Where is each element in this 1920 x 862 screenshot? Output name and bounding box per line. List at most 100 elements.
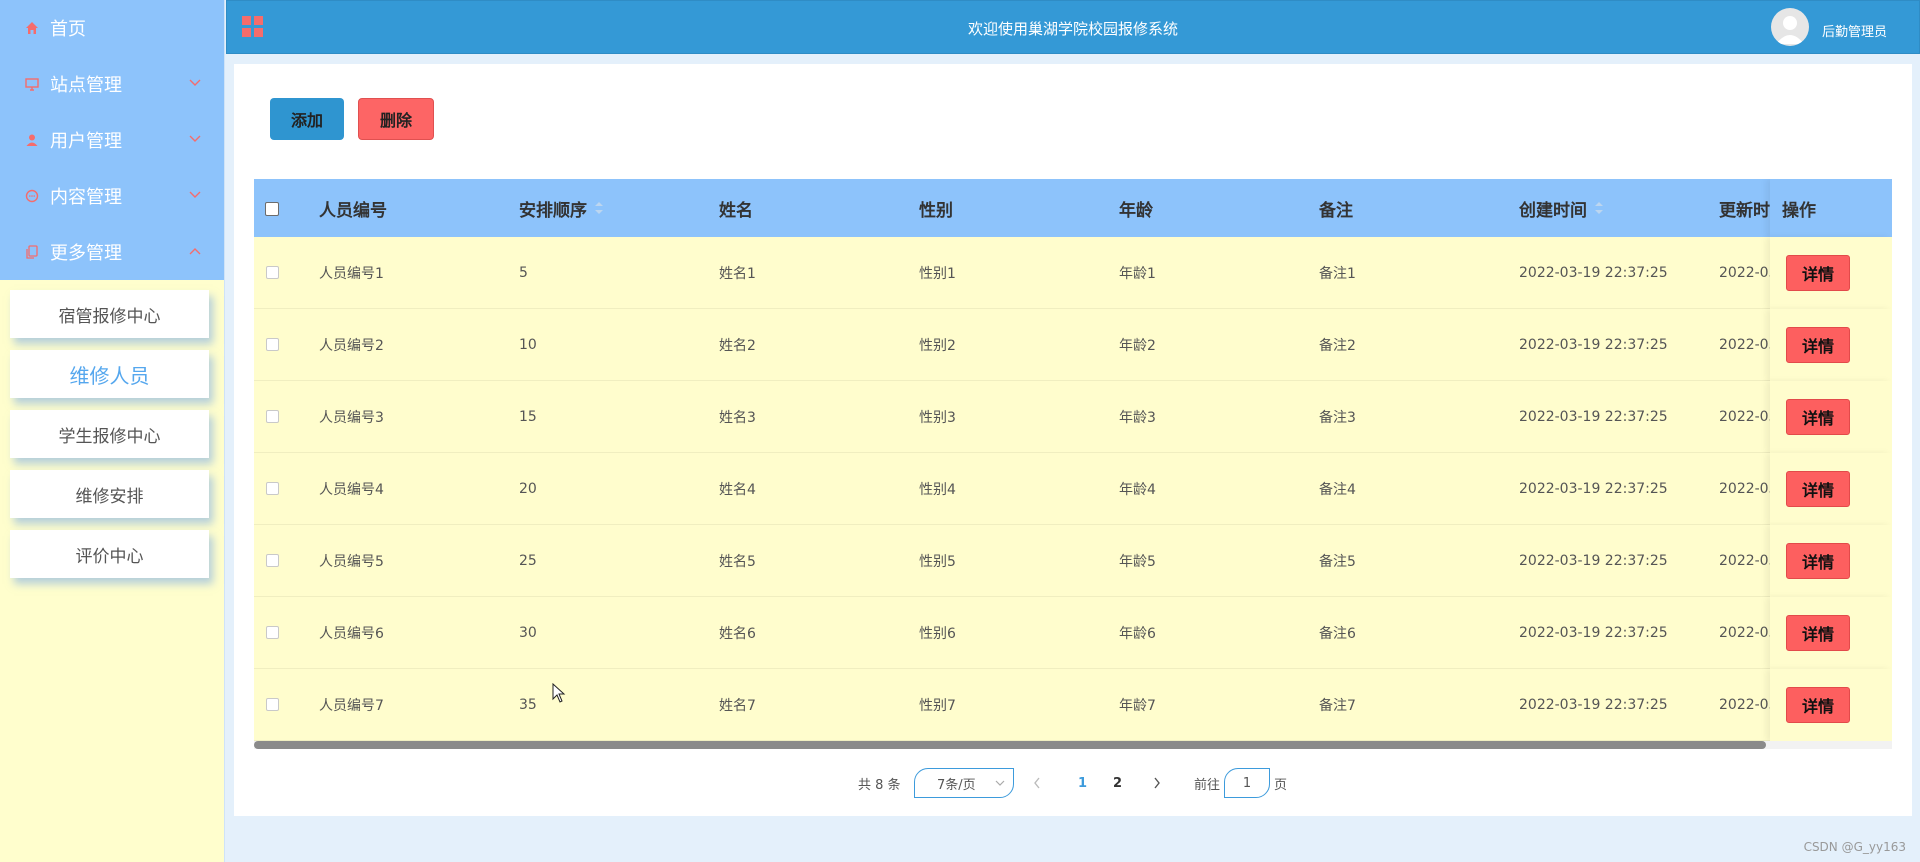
row-checkbox[interactable] xyxy=(266,626,279,639)
menu-item-label: 用户管理 xyxy=(50,131,122,152)
row-checkbox[interactable] xyxy=(266,338,279,351)
table-cell: 2022-03-19 22:37:25 xyxy=(1519,265,1668,281)
table-cell: 性别6 xyxy=(919,626,956,642)
table-cell: 2022-03-19 22:37:25 xyxy=(1519,697,1668,713)
table-cell: 备注1 xyxy=(1319,266,1356,282)
table-cell: 备注2 xyxy=(1319,338,1356,354)
submenu-item-student-repair[interactable]: 学生报修中心 xyxy=(10,410,209,458)
table-cell: 性别2 xyxy=(919,338,956,354)
chevron-up-icon xyxy=(189,248,201,255)
delete-button[interactable]: 删除 xyxy=(358,98,434,140)
table-cell: 备注4 xyxy=(1319,482,1356,498)
actions-cell: 详情 xyxy=(1770,381,1892,453)
page-size-select[interactable]: 7条/页 xyxy=(914,768,1014,798)
table-cell: 年龄1 xyxy=(1119,266,1156,282)
table-cell: 5 xyxy=(519,265,528,281)
table-cell: 人员编号1 xyxy=(319,266,384,282)
table-cell: 2022-03-19 22:37:25 xyxy=(1519,553,1668,569)
menu-item-site[interactable]: 站点管理 xyxy=(0,56,224,112)
user-name[interactable]: 后勤管理员 xyxy=(1822,21,1887,40)
table-cell: 人员编号3 xyxy=(319,410,384,426)
actions-cell: 详情 xyxy=(1770,453,1892,525)
submenu-item-review-center[interactable]: 评价中心 xyxy=(10,530,209,578)
table-cell: 15 xyxy=(519,409,537,425)
table-row: 人员编号7 35 姓名7 性别7 年龄7 备注7 2022-03-19 22:37:25 20… xyxy=(254,669,1892,741)
table-row: 人员编号4 20 姓名4 性别4 年龄4 备注4 2022-03-19 22:37:25 20… xyxy=(254,453,1892,525)
table-cell: 人员编号5 xyxy=(319,554,384,570)
chat-icon xyxy=(24,188,40,204)
table-cell: 姓名3 xyxy=(719,410,756,426)
table-cell: 人员编号4 xyxy=(319,482,384,498)
top-header: 欢迎使用巢湖学院校园报修系统 后勤管理员 xyxy=(226,0,1920,54)
table-cell: 人员编号7 xyxy=(319,698,384,714)
prev-page-icon[interactable] xyxy=(1032,776,1042,790)
detail-button[interactable]: 详情 xyxy=(1786,543,1850,579)
table-cell: 性别7 xyxy=(919,698,956,714)
table-cell: 性别3 xyxy=(919,410,956,426)
goto-page-input[interactable] xyxy=(1224,768,1270,798)
table-cell: 姓名2 xyxy=(719,338,756,354)
menu-item-content[interactable]: 内容管理 xyxy=(0,168,224,224)
page-size-value: 7条/页 xyxy=(937,777,976,793)
sidebar-menu: 首页 站点管理 用户管理 内容管理 更多管理 xyxy=(0,0,224,280)
row-checkbox[interactable] xyxy=(266,554,279,567)
table-cell: 年龄6 xyxy=(1119,626,1156,642)
row-checkbox[interactable] xyxy=(266,698,279,711)
menu-item-home[interactable]: 首页 xyxy=(0,0,224,56)
table-cell: 2022-03-19 22:37:25 xyxy=(1519,625,1668,641)
table-row: 人员编号5 25 姓名5 性别5 年龄5 备注5 2022-03-19 22:37:25 20… xyxy=(254,525,1892,597)
sidebar: 首页 站点管理 用户管理 内容管理 更多管理 宿管报修中心 维修人员 学生报修中… xyxy=(0,0,225,862)
select-all-checkbox[interactable] xyxy=(265,202,279,216)
sort-icon[interactable] xyxy=(595,202,603,214)
menu-item-label: 站点管理 xyxy=(50,75,122,96)
row-checkbox[interactable] xyxy=(266,266,279,279)
detail-button[interactable]: 详情 xyxy=(1786,399,1850,435)
page-number[interactable]: 2 xyxy=(1113,768,1122,798)
detail-button[interactable]: 详情 xyxy=(1786,687,1850,723)
detail-button[interactable]: 详情 xyxy=(1786,471,1850,507)
row-checkbox[interactable] xyxy=(266,482,279,495)
avatar[interactable] xyxy=(1771,8,1809,46)
submenu-item-repair-staff[interactable]: 维修人员 xyxy=(10,350,209,398)
detail-button[interactable]: 详情 xyxy=(1786,255,1850,291)
chevron-down-icon xyxy=(189,79,201,86)
detail-button[interactable]: 详情 xyxy=(1786,327,1850,363)
submenu-item-dorm-repair[interactable]: 宿管报修中心 xyxy=(10,290,209,338)
column-header: 备注 xyxy=(1319,200,1353,221)
table-cell: 2022-03-19 22:37:25 xyxy=(1519,337,1668,353)
add-button[interactable]: 添加 xyxy=(270,98,344,140)
column-header-sortable[interactable]: 安排顺序 xyxy=(519,179,603,237)
next-page-icon[interactable] xyxy=(1152,776,1162,790)
horizontal-scrollbar[interactable] xyxy=(254,741,1892,749)
column-header-sortable[interactable]: 创建时间 xyxy=(1519,179,1603,237)
copy-icon xyxy=(24,244,40,260)
table-cell: 备注5 xyxy=(1319,554,1356,570)
main-panel: 添加 删除 人员编号 安排顺序 姓名 性别 年龄 备注 创建时间 更新时间 操作… xyxy=(234,64,1912,816)
menu-item-more[interactable]: 更多管理 xyxy=(0,224,224,280)
submenu-item-repair-schedule[interactable]: 维修安排 xyxy=(10,470,209,518)
menu-item-user[interactable]: 用户管理 xyxy=(0,112,224,168)
monitor-icon xyxy=(24,76,40,92)
menu-item-label: 首页 xyxy=(50,19,86,40)
row-checkbox[interactable] xyxy=(266,410,279,423)
sort-icon[interactable] xyxy=(1595,202,1603,214)
scrollbar-thumb[interactable] xyxy=(254,741,1766,749)
table-cell: 人员编号6 xyxy=(319,626,384,642)
goto-suffix: 页 xyxy=(1274,777,1288,793)
table-cell: 10 xyxy=(519,337,537,353)
table-cell: 20 xyxy=(519,481,537,497)
table-cell: 性别4 xyxy=(919,482,956,498)
column-header: 姓名 xyxy=(719,200,753,221)
table-row: 人员编号1 5 姓名1 性别1 年龄1 备注1 2022-03-19 22:37:25 202… xyxy=(254,237,1892,309)
page-number[interactable]: 1 xyxy=(1078,768,1087,798)
table-cell: 年龄4 xyxy=(1119,482,1156,498)
detail-button[interactable]: 详情 xyxy=(1786,615,1850,651)
chevron-down-icon xyxy=(995,780,1005,786)
page-title: 欢迎使用巢湖学院校园报修系统 xyxy=(967,20,1178,38)
table-cell: 25 xyxy=(519,553,537,569)
table-row: 人员编号2 10 姓名2 性别2 年龄2 备注2 2022-03-19 22:37:25 20… xyxy=(254,309,1892,381)
table-header: 人员编号 安排顺序 姓名 性别 年龄 备注 创建时间 更新时间 操作 xyxy=(254,179,1892,237)
table-cell: 备注7 xyxy=(1319,698,1356,714)
table-cell: 姓名4 xyxy=(719,482,756,498)
data-table: 人员编号 安排顺序 姓名 性别 年龄 备注 创建时间 更新时间 操作 人员编号1… xyxy=(254,179,1892,749)
